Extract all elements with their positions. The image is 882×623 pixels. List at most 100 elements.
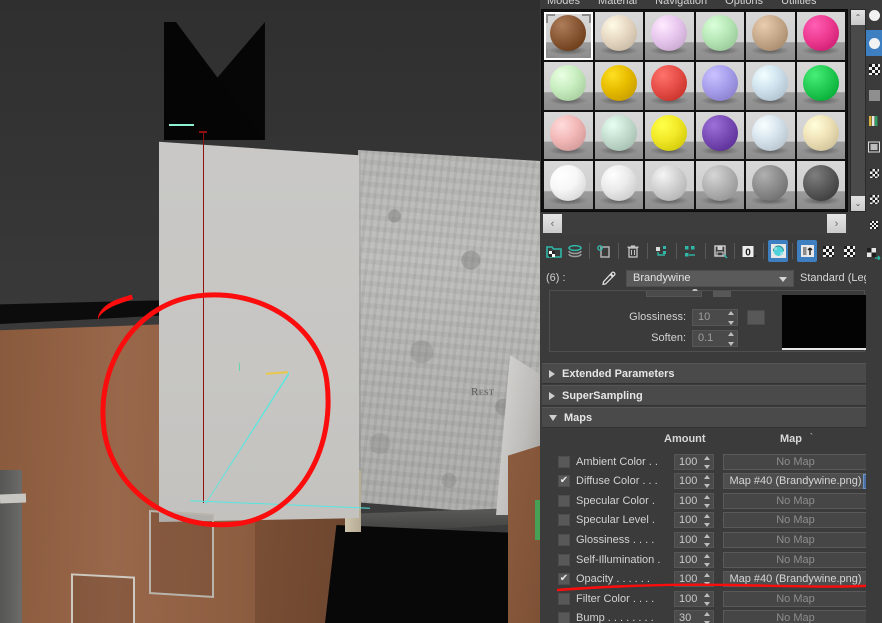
map-amount-spinner[interactable]: 100	[674, 453, 714, 470]
spinner-arrows-icon[interactable]	[702, 514, 711, 528]
specular-swatch-clipped[interactable]	[713, 291, 731, 297]
show-shaded-material-in-viewport-icon[interactable]	[768, 240, 788, 262]
scrollbar-track[interactable]	[851, 25, 865, 196]
make-material-copy-icon[interactable]	[652, 240, 672, 262]
spinner-arrows-icon[interactable]	[702, 533, 711, 547]
menu-item-modes[interactable]: Modes	[547, 0, 580, 7]
map-enable-checkbox[interactable]	[558, 533, 570, 546]
sample-slot-10[interactable]	[695, 61, 744, 110]
sample-slot-20[interactable]	[594, 161, 643, 209]
sample-slot-grid[interactable]	[541, 9, 848, 212]
scroll-up-button[interactable]: ⌃	[851, 10, 865, 25]
get-material-icon[interactable]	[544, 240, 564, 262]
make-unique-icon[interactable]	[681, 240, 701, 262]
rail-checker-material-icon[interactable]	[866, 56, 882, 82]
scroll-down-button[interactable]: ⌄	[851, 196, 865, 211]
spinner-arrows-icon[interactable]	[702, 592, 711, 606]
sample-slot-17[interactable]	[746, 111, 795, 160]
sample-slot-16[interactable]	[695, 111, 744, 160]
specular-level-field-clipped[interactable]	[646, 289, 702, 297]
spinner-arrows-icon[interactable]	[702, 553, 711, 567]
menu-item-material[interactable]: Material	[598, 0, 637, 7]
sample-slot-2[interactable]	[594, 12, 643, 60]
map-enable-checkbox[interactable]: ✔	[558, 573, 570, 586]
rollout-supersampling[interactable]: SuperSampling	[542, 385, 880, 406]
map-enable-checkbox[interactable]	[558, 612, 570, 623]
menu-item-navigation[interactable]: Navigation	[655, 0, 707, 7]
glossiness-map-swatch[interactable]	[747, 309, 765, 325]
material-name-field[interactable]: Brandywine	[626, 269, 794, 287]
map-slot-button[interactable]: No Map	[723, 492, 868, 509]
go-forward-to-sibling-icon[interactable]	[839, 240, 859, 262]
map-amount-spinner[interactable]: 100	[674, 473, 714, 490]
sample-slot-24[interactable]	[796, 161, 845, 209]
glossiness-spinner[interactable]: 10	[692, 308, 738, 326]
rail-gradient-ramp-icon[interactable]	[866, 108, 882, 134]
map-amount-spinner[interactable]: 30	[674, 610, 714, 623]
sample-slot-4[interactable]	[695, 12, 744, 60]
map-enable-checkbox[interactable]	[558, 553, 570, 566]
sample-slot-23[interactable]	[746, 161, 795, 209]
sample-slot-19[interactable]	[544, 161, 593, 209]
sample-slot-12[interactable]	[796, 61, 845, 110]
map-slot-button[interactable]: No Map	[723, 590, 868, 607]
map-slot-button[interactable]: Map #40 (Brandywine.png)	[723, 571, 868, 588]
show-end-result-icon[interactable]	[797, 240, 817, 262]
sample-slot-1[interactable]	[544, 12, 593, 60]
map-enable-checkbox[interactable]	[558, 514, 570, 527]
map-amount-spinner[interactable]: 100	[674, 551, 714, 568]
map-slot-button[interactable]: No Map	[723, 531, 868, 548]
rail-blank-button[interactable]	[866, 82, 882, 108]
map-amount-spinner[interactable]: 100	[674, 590, 714, 607]
sample-slot-15[interactable]	[645, 111, 694, 160]
menu-item-options[interactable]: Options	[725, 0, 763, 7]
chevron-down-icon[interactable]	[779, 276, 787, 282]
put-material-to-scene-icon[interactable]	[565, 240, 585, 262]
sample-slot-11[interactable]	[746, 61, 795, 110]
map-amount-spinner[interactable]: 100	[674, 531, 714, 548]
sample-slot-9[interactable]	[645, 61, 694, 110]
sample-slot-8[interactable]	[594, 61, 643, 110]
sample-slot-21[interactable]	[645, 161, 694, 209]
map-slot-button[interactable]: Map #40 (Brandywine.png)	[723, 473, 868, 490]
go-to-parent-icon[interactable]	[818, 240, 838, 262]
soften-spinner[interactable]: 0.1	[692, 329, 738, 347]
rail-sphere-selected-icon[interactable]	[866, 30, 882, 56]
rail-checker-small3-icon[interactable]	[866, 212, 882, 238]
viewport-3d[interactable]: Rest	[0, 0, 540, 623]
sample-slots-scrollbar[interactable]: ⌃ ⌄	[850, 9, 866, 212]
map-amount-spinner[interactable]: 100	[674, 571, 714, 588]
slots-prev-button[interactable]: ‹	[543, 214, 562, 233]
map-enable-checkbox[interactable]	[558, 494, 570, 507]
rollout-extended-parameters[interactable]: Extended Parameters	[542, 363, 880, 384]
command-panel-rail[interactable]	[866, 0, 882, 623]
rail-bitmap-icon[interactable]	[866, 134, 882, 160]
material-editor-menubar[interactable]: Modes Material Navigation Options Utilit…	[540, 0, 882, 8]
spinner-arrows-icon[interactable]	[702, 573, 711, 587]
map-slot-button[interactable]: No Map	[723, 512, 868, 529]
map-enable-checkbox[interactable]	[558, 592, 570, 605]
rollout-maps[interactable]: Maps	[542, 407, 880, 428]
eyedropper-icon[interactable]	[596, 270, 620, 287]
map-slot-button[interactable]: No Map	[723, 610, 868, 623]
assign-material-to-selection-icon[interactable]	[594, 240, 614, 262]
map-enable-checkbox[interactable]	[558, 455, 570, 468]
spinner-arrows-icon[interactable]	[702, 475, 711, 489]
rail-checker-small2-icon[interactable]	[866, 186, 882, 212]
spinner-arrows-icon[interactable]	[702, 612, 711, 623]
sample-slot-13[interactable]	[544, 111, 593, 160]
spinner-arrows-icon[interactable]	[702, 455, 711, 469]
sample-slot-14[interactable]	[594, 111, 643, 160]
map-slot-button[interactable]: No Map	[723, 453, 868, 470]
map-enable-checkbox[interactable]: ✔	[558, 475, 570, 488]
rail-checker-small-icon[interactable]	[866, 160, 882, 186]
map-amount-spinner[interactable]: 100	[674, 492, 714, 509]
map-slot-button[interactable]: No Map	[723, 551, 868, 568]
reset-map-material-icon[interactable]	[623, 240, 643, 262]
map-amount-spinner[interactable]: 100	[674, 512, 714, 529]
slots-next-button[interactable]: ›	[827, 214, 846, 233]
material-id-channel-icon[interactable]: 0	[739, 240, 759, 262]
rail-go-forward-icon[interactable]	[866, 238, 882, 268]
sample-slot-3[interactable]	[645, 12, 694, 60]
rail-sphere-icon[interactable]	[866, 0, 882, 30]
